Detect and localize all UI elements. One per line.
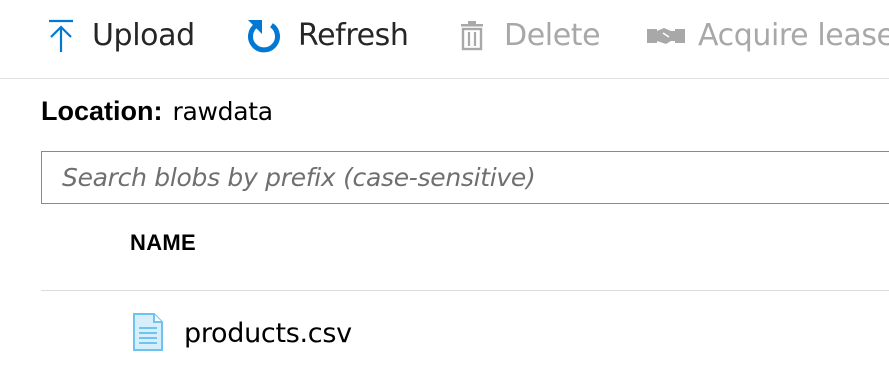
- refresh-label: Refresh: [298, 18, 409, 53]
- location-value: rawdata: [172, 97, 274, 126]
- table-row[interactable]: products.csv: [41, 306, 889, 362]
- delete-label: Delete: [504, 18, 601, 53]
- upload-button[interactable]: Upload: [44, 12, 195, 60]
- file-document-icon: [131, 312, 165, 352]
- upload-label: Upload: [92, 18, 195, 53]
- refresh-button[interactable]: Refresh: [244, 12, 409, 60]
- location-label: Location:: [41, 96, 163, 126]
- location-line: Location: rawdata: [41, 93, 273, 129]
- header-divider: [41, 290, 889, 291]
- acquire-lease-button[interactable]: Acquire lease: [646, 12, 889, 60]
- refresh-icon: [244, 16, 284, 56]
- lease-icon: [646, 16, 686, 56]
- file-name[interactable]: products.csv: [184, 314, 352, 354]
- command-bar: Upload Refresh Delete Acquire lease: [0, 0, 889, 79]
- acquire-lease-label: Acquire lease: [698, 18, 889, 53]
- search-input[interactable]: [42, 152, 882, 203]
- search-box: [41, 151, 889, 204]
- delete-button[interactable]: Delete: [458, 12, 601, 60]
- upload-arrow-icon: [44, 16, 78, 56]
- trash-icon: [458, 16, 486, 56]
- column-header-name[interactable]: NAME: [130, 226, 196, 260]
